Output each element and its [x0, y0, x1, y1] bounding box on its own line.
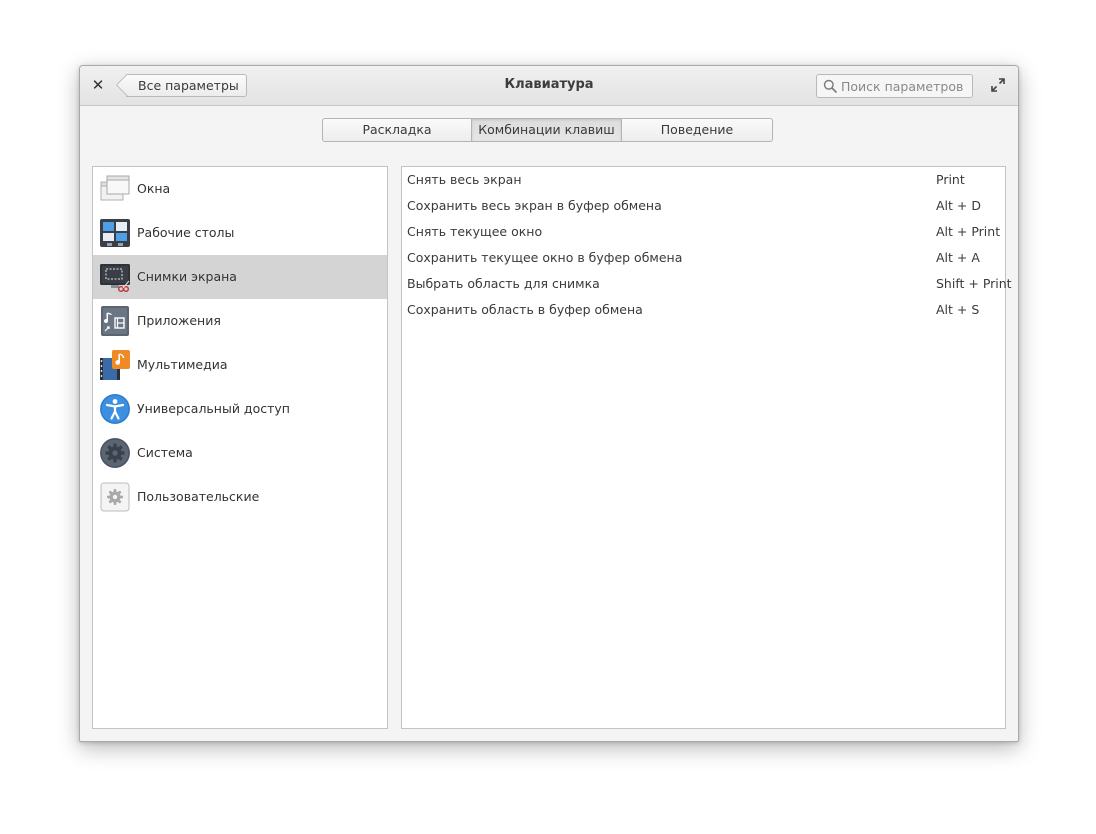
sidebar-item-label: Окна	[137, 181, 171, 196]
sidebar-item-workspaces[interactable]: Рабочие столы	[93, 211, 387, 255]
custom-gear-icon	[100, 482, 130, 512]
sidebar-item-system[interactable]: Система	[93, 431, 387, 475]
multimedia-icon	[100, 350, 130, 380]
screenshot-icon	[100, 264, 130, 293]
sidebar-item-custom[interactable]: Пользовательские	[93, 475, 387, 519]
shortcut-name: Сохранить весь экран в буфер обмена	[407, 198, 662, 213]
shortcut-keys[interactable]: Shift + Print	[936, 276, 1012, 291]
shortcut-name: Выбрать область для снимка	[407, 276, 600, 291]
accessibility-icon	[100, 394, 130, 424]
shortcut-row[interactable]: Снять весь экран Print	[402, 167, 1005, 193]
sidebar-item-label: Рабочие столы	[137, 225, 235, 240]
tab-shortcuts[interactable]: Комбинации клавиш	[472, 118, 622, 142]
shortcut-row[interactable]: Снять текущее окно Alt + Print	[402, 219, 1005, 245]
shortcut-keys[interactable]: Alt + A	[936, 250, 980, 265]
system-gear-icon	[100, 438, 130, 468]
search-icon	[823, 79, 837, 93]
shortcut-keys[interactable]: Alt + S	[936, 302, 979, 317]
shortcut-row[interactable]: Сохранить весь экран в буфер обмена Alt …	[402, 193, 1005, 219]
search-box[interactable]	[816, 74, 973, 98]
shortcut-name: Сохранить текущее окно в буфер обмена	[407, 250, 683, 265]
sidebar-item-multimedia[interactable]: Мультимедиа	[93, 343, 387, 387]
shortcuts-list: Снять весь экран Print Сохранить весь эк…	[401, 166, 1012, 729]
shortcut-name: Снять текущее окно	[407, 224, 543, 239]
workspaces-icon	[100, 219, 130, 247]
sidebar-item-applications[interactable]: Приложения	[93, 299, 387, 343]
applications-icon	[101, 306, 129, 336]
shortcut-row[interactable]: Сохранить текущее окно в буфер обмена Al…	[402, 245, 1005, 271]
sidebar-item-label: Мультимедиа	[137, 357, 228, 372]
search-input[interactable]	[841, 77, 969, 95]
shortcut-row[interactable]: Выбрать область для снимка Shift + Print	[402, 271, 1012, 297]
sidebar-item-windows[interactable]: Окна	[93, 167, 387, 211]
sidebar-item-label: Универсальный доступ	[137, 401, 290, 416]
sidebar-item-label: Пользовательские	[137, 489, 260, 504]
settings-window: ✕ Все параметры Клавиатура Раскладка Ком…	[79, 65, 1019, 742]
shortcut-row[interactable]: Сохранить область в буфер обмена Alt + S	[402, 297, 1005, 323]
sidebar-item-label: Приложения	[137, 313, 221, 328]
shortcut-keys[interactable]: Alt + D	[936, 198, 981, 213]
sidebar-item-screenshots[interactable]: Снимки экрана	[93, 255, 387, 299]
tab-behavior[interactable]: Поведение	[622, 118, 773, 142]
shortcut-category-sidebar: Окна Рабочие столы Снимки экрана Приложе…	[92, 166, 388, 729]
sidebar-item-accessibility[interactable]: Универсальный доступ	[93, 387, 387, 431]
shortcut-name: Сохранить область в буфер обмена	[407, 302, 643, 317]
tab-bar: Раскладка Комбинации клавиш Поведение	[322, 118, 773, 142]
shortcut-keys[interactable]: Print	[936, 172, 965, 187]
shortcut-name: Снять весь экран	[407, 172, 522, 187]
shortcut-keys[interactable]: Alt + Print	[936, 224, 1000, 239]
titlebar: ✕ Все параметры Клавиатура	[80, 66, 1018, 106]
maximize-icon[interactable]	[990, 77, 1006, 93]
tab-layout[interactable]: Раскладка	[322, 118, 472, 142]
sidebar-item-label: Снимки экрана	[137, 269, 237, 284]
windows-icon	[100, 175, 130, 201]
sidebar-item-label: Система	[137, 445, 193, 460]
